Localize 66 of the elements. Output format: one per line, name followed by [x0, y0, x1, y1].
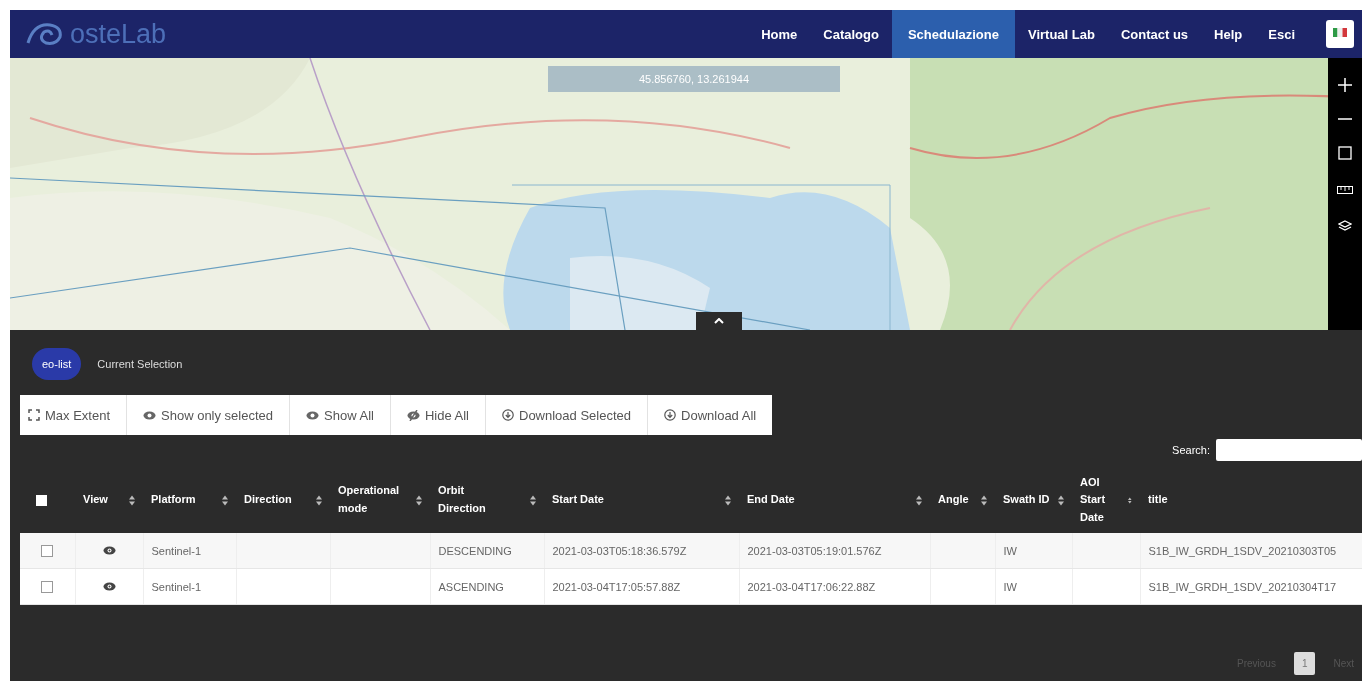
select-all-checkbox[interactable] — [36, 494, 47, 506]
column-header[interactable]: Angle — [938, 491, 969, 509]
column-header[interactable]: View — [83, 491, 108, 509]
column-header[interactable]: Swath ID — [1003, 491, 1050, 509]
tab[interactable]: eo-list — [32, 348, 82, 380]
layers-icon[interactable] — [1338, 220, 1352, 232]
sort-icon[interactable] — [981, 494, 987, 506]
sort-icon[interactable] — [1058, 494, 1064, 506]
column-header[interactable]: title — [1148, 491, 1168, 509]
download-icon — [502, 409, 514, 421]
sort-icon[interactable] — [416, 494, 422, 506]
pagination-button[interactable]: 1 — [1293, 652, 1316, 675]
sort-icon[interactable] — [725, 494, 731, 506]
eye-icon — [143, 410, 157, 420]
eye-icon — [306, 410, 320, 420]
search-label: Search: — [1172, 444, 1210, 456]
expand-icon — [28, 409, 40, 421]
column-header[interactable]: AOI Start Date — [1080, 473, 1125, 527]
download-icon — [664, 409, 677, 421]
table-cell: 2021-03-03T05:19:01.576Z — [747, 544, 882, 557]
column-header[interactable]: Platform — [151, 491, 196, 509]
table-cell: 2021-03-04T17:05:57.88Z — [552, 580, 681, 593]
eye-slash-icon — [406, 409, 420, 421]
nav-link[interactable]: Schedulazione — [891, 10, 1015, 58]
row-checkbox[interactable] — [41, 581, 54, 594]
nav-link[interactable]: Esci — [1255, 10, 1308, 58]
column-header[interactable]: End Date — [747, 491, 795, 509]
table-cell: Sentinel-1 — [151, 544, 202, 557]
table-cell: 2021-03-03T05:18:36.579Z — [552, 544, 687, 557]
column-header[interactable]: Operational mode — [338, 482, 410, 518]
search-field[interactable] — [1216, 439, 1362, 461]
nav-link[interactable]: Virtual Lab — [1014, 10, 1108, 58]
collapse-button[interactable] — [696, 312, 742, 330]
sort-icon[interactable] — [916, 494, 922, 506]
table-cell: 2021-03-04T17:06:22.88Z — [747, 580, 876, 593]
sort-icon[interactable] — [316, 494, 322, 506]
eye-icon[interactable] — [102, 545, 116, 555]
chevron-up-icon — [714, 318, 724, 324]
table-cell: IW — [1003, 544, 1017, 557]
toolbar-button[interactable]: Max Extent — [20, 395, 128, 435]
table-cell: S1B_IW_GRDH_1SDV_20210303T05 — [1148, 544, 1337, 557]
flag-icon — [1333, 28, 1347, 40]
nav-link[interactable]: Help — [1201, 10, 1256, 58]
tab[interactable]: Current Selection — [87, 348, 193, 380]
zoom-in-icon[interactable] — [1338, 78, 1352, 92]
table-cell: S1B_IW_GRDH_1SDV_20210304T17 — [1148, 580, 1337, 593]
nav-link[interactable]: Home — [748, 10, 811, 58]
rectangle-select-icon[interactable] — [1338, 146, 1352, 160]
language-button[interactable] — [1326, 20, 1354, 48]
table-cell: Sentinel-1 — [151, 580, 202, 593]
sort-icon[interactable] — [222, 494, 228, 506]
nav-link[interactable]: Contact us — [1107, 10, 1202, 58]
sort-icon[interactable] — [129, 494, 135, 506]
table-cell: ASCENDING — [438, 580, 504, 593]
nav-link[interactable]: Catalogo — [810, 10, 892, 58]
logo-text: osteLab — [70, 18, 167, 50]
coordinates-readout: 45.856760, 13.261944 — [548, 66, 840, 92]
column-header[interactable]: Orbit Direction — [438, 482, 510, 518]
column-header[interactable]: Direction — [244, 491, 292, 509]
table-cell: IW — [1003, 580, 1017, 593]
table-cell: DESCENDING — [438, 544, 512, 557]
sort-icon[interactable] — [530, 494, 536, 506]
row-checkbox[interactable] — [41, 545, 54, 558]
eye-icon[interactable] — [102, 581, 116, 591]
ruler-icon[interactable] — [1337, 186, 1353, 194]
column-header[interactable]: Start Date — [552, 491, 604, 509]
